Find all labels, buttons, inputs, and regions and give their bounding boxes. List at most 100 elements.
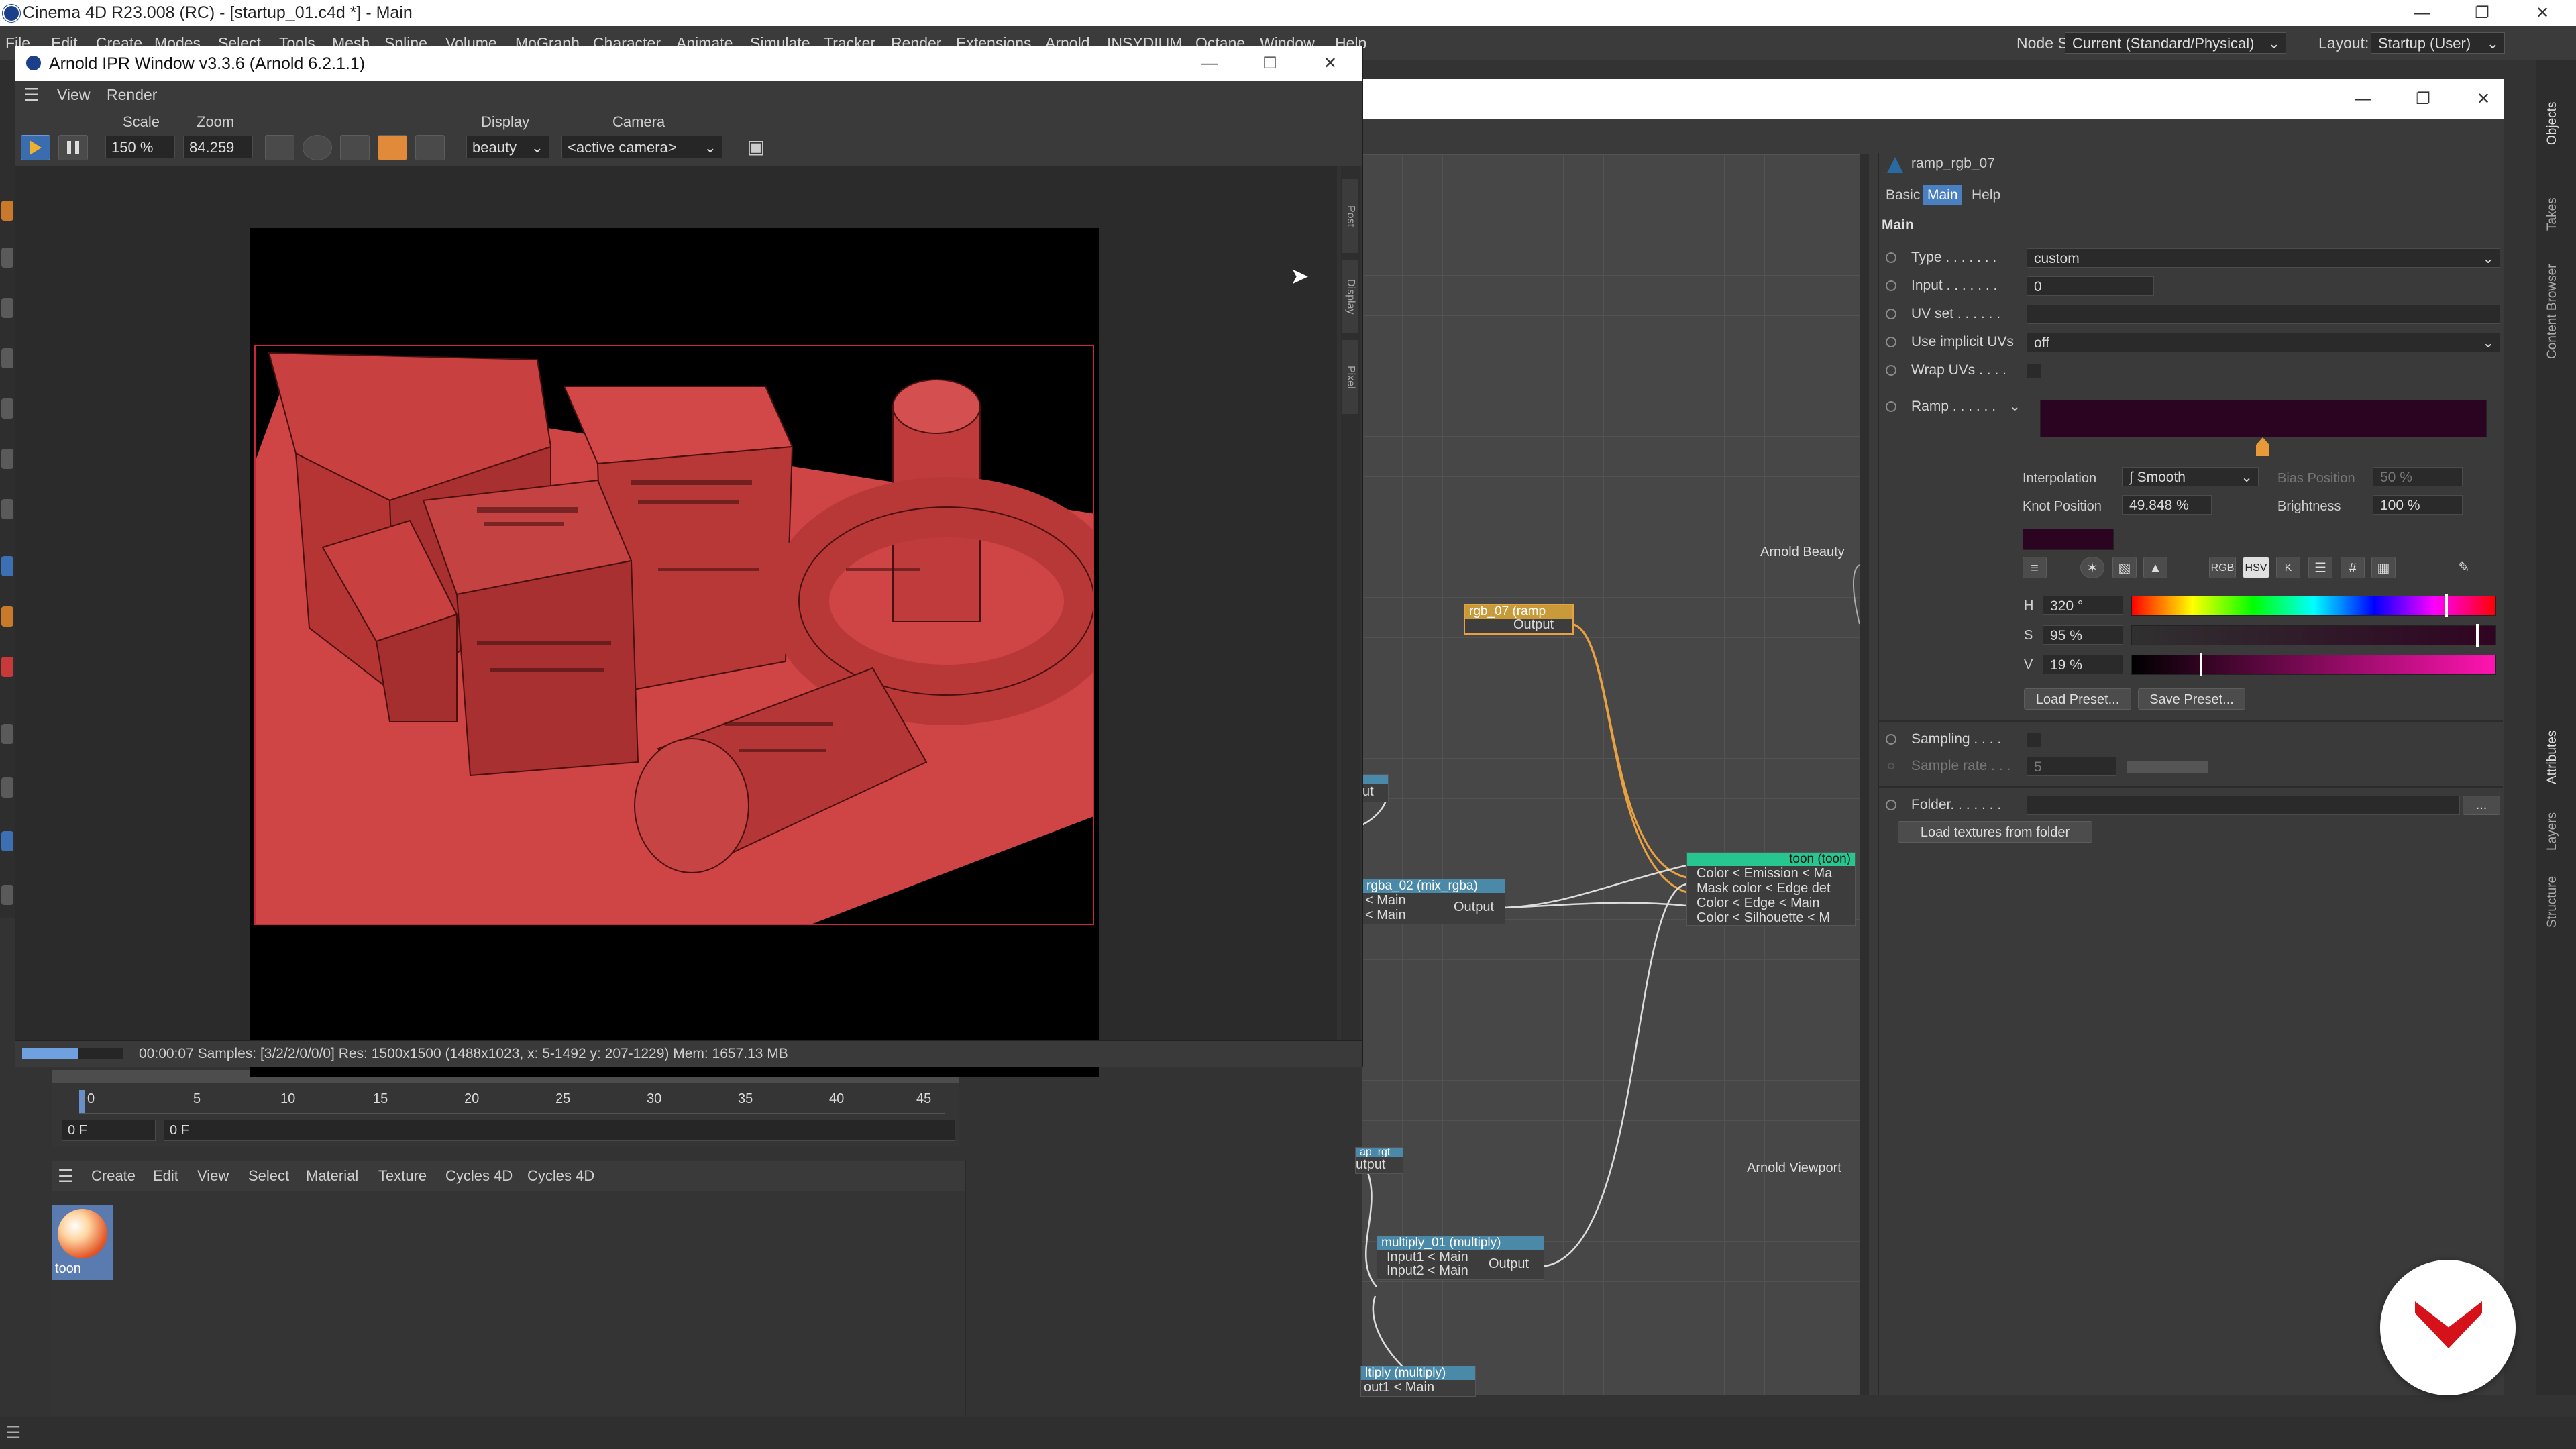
ipr-menu-view[interactable]: View bbox=[57, 81, 90, 108]
mat-menu-edit[interactable]: Edit bbox=[153, 1161, 178, 1191]
side-tab-post[interactable]: Post bbox=[1342, 179, 1358, 253]
mat-menu-material[interactable]: Material bbox=[306, 1161, 358, 1191]
value-slider-handle[interactable] bbox=[2200, 653, 2202, 676]
maximize-icon[interactable]: ☐ bbox=[1243, 50, 1297, 76]
minimize-icon[interactable]: — bbox=[2395, 0, 2449, 26]
hamburger-icon[interactable]: ☰ bbox=[58, 1161, 73, 1191]
mixer-icon[interactable]: ☰ bbox=[2308, 557, 2332, 578]
pause-icon[interactable] bbox=[58, 135, 88, 160]
scale-field[interactable]: 150 % bbox=[105, 136, 175, 158]
material-swatch-toon[interactable]: toon bbox=[52, 1205, 113, 1280]
mat-menu-cycles4d-2[interactable]: Cycles 4D bbox=[527, 1161, 594, 1191]
hex-icon[interactable]: # bbox=[2341, 557, 2365, 578]
chevron-down-icon[interactable]: ⌄ bbox=[2009, 393, 2021, 420]
playhead[interactable] bbox=[79, 1090, 85, 1113]
implicit-uvs-select[interactable]: off ⌄ bbox=[2027, 333, 2500, 352]
crop-region-icon[interactable] bbox=[378, 135, 407, 160]
hue-slider-handle[interactable] bbox=[2445, 594, 2448, 617]
node-mix-rgba[interactable]: rgba_02 (mix_rgba) < Main < Main Output bbox=[1362, 879, 1505, 924]
saturation-slider[interactable] bbox=[2131, 625, 2496, 645]
ramp-gradient[interactable] bbox=[2040, 400, 2487, 437]
region-icon[interactable] bbox=[265, 135, 294, 160]
save-preset-button[interactable]: Save Preset... bbox=[2138, 688, 2245, 710]
node-space-select[interactable]: Current (Standard/Physical) ⌄ bbox=[2065, 32, 2286, 54]
knot-color-swatch[interactable] bbox=[2023, 529, 2114, 550]
play-icon[interactable] bbox=[21, 135, 50, 160]
node-mix-input[interactable]: < Main bbox=[1365, 908, 1406, 923]
dock-tab-structure[interactable]: Structure bbox=[2545, 865, 2565, 938]
node-multiply-02-input[interactable]: out1 < Main bbox=[1364, 1380, 1434, 1395]
rgb-mode-button[interactable]: RGB bbox=[2209, 557, 2236, 578]
node-multiply-01[interactable]: multiply_01 (multiply) Input1 < Main Inp… bbox=[1377, 1236, 1544, 1280]
hue-field[interactable]: 320 ° bbox=[2043, 596, 2123, 615]
node-partial-rgb-output[interactable]: utput bbox=[1356, 1157, 1385, 1173]
node-multiply-output[interactable]: Output bbox=[1489, 1256, 1529, 1272]
node-mix-input[interactable]: < Main bbox=[1365, 893, 1406, 908]
sampling-checkbox[interactable] bbox=[2027, 733, 2041, 747]
dock-tab-attributes[interactable]: Attributes bbox=[2545, 717, 2565, 798]
hamburger-icon[interactable]: ☰ bbox=[23, 81, 39, 108]
tool-button[interactable] bbox=[1, 248, 13, 268]
tool-button[interactable] bbox=[1, 201, 13, 221]
lock-icon[interactable] bbox=[415, 135, 445, 160]
hsv-mode-button[interactable]: HSV bbox=[2243, 557, 2269, 578]
folder-field[interactable] bbox=[2027, 796, 2460, 815]
restore-icon[interactable]: ❐ bbox=[2455, 0, 2509, 26]
tool-button[interactable] bbox=[1, 449, 13, 469]
restore-icon[interactable]: ❐ bbox=[2396, 86, 2450, 112]
mat-menu-view[interactable]: View bbox=[197, 1161, 229, 1191]
wrap-uvs-checkbox[interactable] bbox=[2027, 364, 2041, 378]
node-ramp-rgb[interactable]: rgb_07 (ramp Output bbox=[1464, 604, 1574, 635]
node-toon[interactable]: toon (toon) Color < Emission < Ma Mask c… bbox=[1686, 852, 1856, 926]
image-picker-icon[interactable]: ▲ bbox=[2143, 557, 2167, 578]
tool-button[interactable] bbox=[1, 499, 13, 519]
ramp-knot-handle[interactable] bbox=[2256, 437, 2269, 456]
close-icon[interactable]: ✕ bbox=[2516, 0, 2569, 26]
minimize-icon[interactable]: — bbox=[1183, 50, 1236, 76]
frame-current-field[interactable]: 0 F bbox=[164, 1120, 955, 1141]
mat-menu-cycles4d[interactable]: Cycles 4D bbox=[445, 1161, 513, 1191]
sample-rate-slider[interactable] bbox=[2127, 761, 2208, 773]
close-icon[interactable]: ✕ bbox=[1303, 50, 1357, 76]
color-wheel-icon[interactable]: ✶ bbox=[2080, 557, 2104, 578]
node-toon-port[interactable]: Mask color < Edge det bbox=[1697, 881, 1831, 896]
tool-button[interactable] bbox=[1, 724, 13, 744]
keyframe-radio[interactable] bbox=[1886, 401, 1896, 412]
node-toon-port[interactable]: Color < Edge < Main bbox=[1697, 896, 1819, 911]
timeline[interactable]: 0 5 10 15 20 25 30 35 40 45 0 F 0 F bbox=[52, 1070, 959, 1147]
frame-start-field[interactable]: 0 F bbox=[62, 1120, 156, 1141]
keyframe-radio[interactable] bbox=[1886, 280, 1896, 291]
keyframe-radio[interactable] bbox=[1886, 252, 1896, 263]
tab-help[interactable]: Help bbox=[1968, 185, 2004, 205]
uvset-field[interactable] bbox=[2027, 305, 2500, 324]
hamburger-icon[interactable]: ☰ bbox=[5, 1422, 21, 1443]
tool-button[interactable] bbox=[1, 777, 13, 798]
knot-position-field[interactable]: 49.848 % bbox=[2122, 495, 2212, 515]
node-multiply-input[interactable]: Input2 < Main bbox=[1387, 1263, 1468, 1279]
dock-tab-objects[interactable]: Objects bbox=[2545, 66, 2565, 180]
tool-button[interactable] bbox=[1, 298, 13, 318]
node-partial-rgb[interactable]: ap_rgt utput bbox=[1355, 1147, 1403, 1174]
mat-menu-select[interactable]: Select bbox=[248, 1161, 289, 1191]
ipr-menu-render[interactable]: Render bbox=[107, 81, 157, 108]
load-preset-button[interactable]: Load Preset... bbox=[2024, 688, 2131, 710]
saturation-field[interactable]: 95 % bbox=[2043, 625, 2123, 645]
dock-tab-layers[interactable]: Layers bbox=[2545, 804, 2565, 858]
canvas-scrollbar[interactable] bbox=[1860, 154, 1869, 1395]
keyframe-radio[interactable] bbox=[1886, 800, 1896, 810]
tab-basic[interactable]: Basic bbox=[1882, 185, 1924, 205]
tool-button[interactable] bbox=[1, 348, 13, 368]
node-partial[interactable]: ut bbox=[1362, 774, 1389, 802]
ipr-viewport[interactable]: ➤ bbox=[15, 166, 1337, 1077]
display-select[interactable]: beauty ⌄ bbox=[466, 136, 549, 158]
input-field[interactable]: 0 bbox=[2027, 276, 2154, 296]
mat-menu-texture[interactable]: Texture bbox=[378, 1161, 427, 1191]
keyframe-radio[interactable] bbox=[1886, 365, 1896, 376]
load-textures-button[interactable]: Load textures from folder bbox=[1898, 821, 2092, 843]
render-region[interactable] bbox=[254, 345, 1094, 925]
keyframe-radio[interactable] bbox=[1886, 309, 1896, 319]
hue-slider[interactable] bbox=[2131, 596, 2496, 616]
eyedropper-icon[interactable]: ✎ bbox=[2452, 557, 2476, 578]
node-canvas[interactable]: Arnold Beauty Arnold Viewport rgb_07 (ra… bbox=[1355, 154, 1860, 1397]
brightness-field[interactable]: 100 % bbox=[2373, 495, 2463, 515]
